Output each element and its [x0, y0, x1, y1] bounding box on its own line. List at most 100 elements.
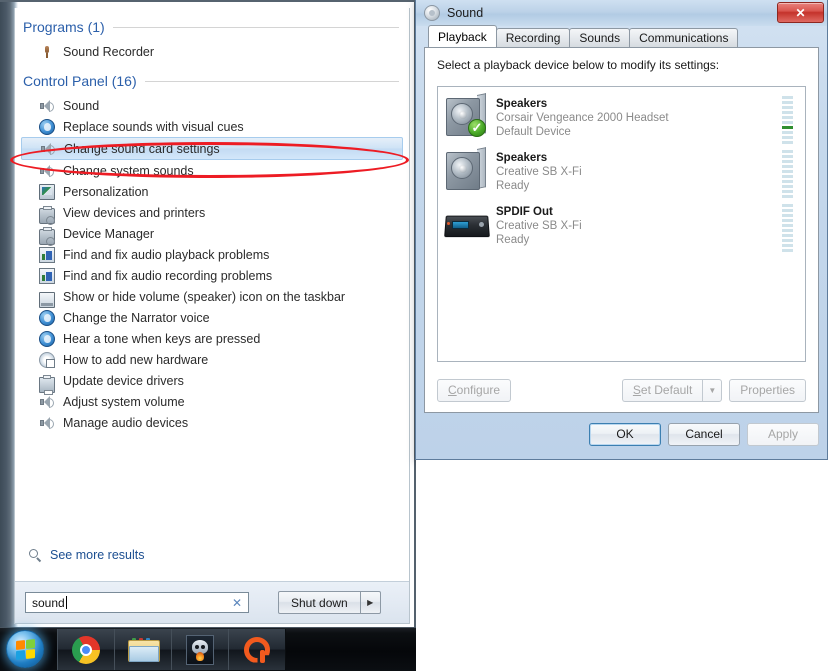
see-more-results[interactable]: See more results [15, 540, 409, 570]
default-device-check-icon [468, 119, 486, 137]
tab-recording[interactable]: Recording [495, 28, 571, 47]
taskbar-item-origin[interactable] [228, 629, 286, 670]
dialog-titlebar[interactable]: Sound ✕ [416, 0, 827, 26]
dialog-body: Playback Recording Sounds Communications Se… [424, 25, 819, 451]
volume-meter-segment [782, 249, 793, 252]
close-icon: ✕ [795, 5, 806, 20]
volume-meter-segment [782, 204, 793, 207]
search-result-item[interactable]: Hear a tone when keys are pressed [21, 328, 403, 349]
device-text: SPDIF Out Creative SB X-Fi Ready [496, 201, 782, 247]
volume-meter [782, 204, 793, 254]
tab-strip: Playback Recording Sounds Communications [428, 25, 819, 47]
search-result-item[interactable]: Find and fix audio recording problems [21, 265, 403, 286]
search-result-item[interactable]: Replace sounds with visual cues [21, 116, 403, 137]
search-result-label: Update device drivers [63, 373, 184, 388]
result-group-title: Control Panel (16) [23, 73, 137, 89]
taskbar-item-explorer[interactable] [114, 629, 172, 670]
result-list: Sound Recorder [15, 41, 409, 62]
playback-device-list[interactable]: Speakers Corsair Vengeance 2000 Headset De… [437, 86, 806, 362]
device-row[interactable]: SPDIF Out Creative SB X-Fi Ready [438, 199, 805, 253]
taskbar-item-chrome[interactable] [57, 629, 115, 670]
tab-communications[interactable]: Communications [629, 28, 739, 47]
device-name: Speakers [496, 152, 548, 164]
result-group-header: Control Panel (16) [15, 70, 409, 92]
start-button[interactable] [6, 630, 44, 668]
search-result-item[interactable]: Change sound card settings [21, 137, 403, 160]
sound-dialog: Sound ✕ Playback Recording Sounds Communica… [415, 0, 828, 460]
device-name: Speakers [496, 98, 548, 110]
search-result-label: Change sound card settings [64, 141, 220, 156]
ease-of-access-icon [39, 309, 55, 326]
search-result-item[interactable]: Change system sounds [21, 160, 403, 181]
volume-meter-segment [782, 111, 793, 114]
taskbar-icon [39, 291, 55, 308]
volume-meter-segment [782, 150, 793, 153]
ok-button[interactable]: OK [589, 422, 661, 446]
search-results-pane: Programs (1) Sound Recorder Control Panel … [15, 8, 409, 570]
set-default-button[interactable]: Set Default [621, 378, 703, 402]
set-default-dropdown-arrow-icon[interactable]: ▼ [702, 378, 723, 402]
clear-search-icon[interactable]: ✕ [232, 595, 242, 611]
volume-meter-segment [782, 131, 793, 134]
properties-button[interactable]: Properties [729, 378, 806, 402]
taskbar-item-game[interactable] [171, 629, 229, 670]
microphone-icon [39, 44, 55, 60]
volume-meter-segment [782, 121, 793, 124]
close-button[interactable]: ✕ [777, 2, 824, 23]
search-result-item[interactable]: Show or hide volume (speaker) icon on th… [21, 286, 403, 308]
screen: Programs (1) Sound Recorder Control Panel … [0, 0, 828, 671]
start-menu: Programs (1) Sound Recorder Control Panel … [0, 0, 416, 628]
result-groups: Programs (1) Sound Recorder Control Panel … [15, 16, 409, 433]
search-result-item[interactable]: Sound [21, 95, 403, 116]
volume-meter-segment [782, 229, 793, 232]
volume-meter-segment [782, 136, 793, 139]
search-result-item[interactable]: Find and fix audio playback problems [21, 244, 403, 265]
result-group-title: Programs (1) [23, 19, 105, 35]
playback-tab-panel: Select a playback device below to modify… [424, 47, 819, 413]
tab-playback[interactable]: Playback [428, 25, 497, 47]
windows-logo-icon [16, 639, 35, 660]
volume-meter [782, 150, 793, 200]
search-result-label: Device Manager [63, 226, 155, 241]
spdif-device-icon [444, 201, 490, 247]
panel-hint: Select a playback device below to modify… [437, 58, 720, 72]
search-result-item[interactable]: Change the Narrator voice [21, 307, 403, 328]
search-result-item[interactable]: Personalization [21, 181, 403, 202]
search-result-item[interactable]: ✓ How to add new hardware [21, 349, 403, 370]
search-input[interactable]: sound ✕ [25, 592, 249, 613]
shutdown-button[interactable]: Shut down [278, 591, 361, 614]
volume-meter-segment [782, 126, 793, 129]
volume-meter-segment [782, 180, 793, 183]
panel-button-row: Configure Set Default ▼ Properties [437, 378, 806, 402]
hardware-help-icon: ✓ [39, 351, 55, 368]
device-row[interactable]: Speakers Corsair Vengeance 2000 Headset De… [438, 91, 805, 145]
tab-sounds[interactable]: Sounds [569, 28, 631, 47]
volume-meter-segment [782, 219, 793, 222]
chrome-icon [72, 635, 100, 664]
divider [144, 80, 399, 82]
search-result-item[interactable]: Adjust system volume [21, 391, 403, 412]
monitor-icon [39, 183, 55, 200]
apply-button[interactable]: Apply [747, 422, 819, 446]
device-status: Ready [496, 234, 530, 246]
device-text: Speakers Creative SB X-Fi Ready [496, 147, 782, 193]
search-result-label: Personalization [63, 184, 149, 199]
shutdown-options-arrow-icon[interactable]: ▶ [360, 591, 381, 614]
volume-meter-segment [782, 96, 793, 99]
speaker-icon [39, 163, 55, 179]
search-result-item[interactable]: Device Manager [21, 223, 403, 246]
volume-meter-segment [782, 165, 793, 168]
search-result-label: Adjust system volume [63, 394, 185, 409]
search-result-item[interactable]: View devices and printers [21, 202, 403, 225]
cancel-button[interactable]: Cancel [668, 422, 740, 446]
volume-meter-segment [782, 244, 793, 247]
device-status: Default Device [496, 126, 571, 138]
search-result-item[interactable]: Manage audio devices [21, 412, 403, 433]
configure-button[interactable]: Configure [437, 378, 512, 402]
printer-icon [39, 205, 55, 225]
volume-meter-segment [782, 116, 793, 119]
speaker-device-icon [444, 147, 490, 193]
search-result-item[interactable]: Update device drivers [21, 370, 403, 395]
search-result-item[interactable]: Sound Recorder [21, 41, 403, 62]
device-row[interactable]: Speakers Creative SB X-Fi Ready [438, 145, 805, 199]
